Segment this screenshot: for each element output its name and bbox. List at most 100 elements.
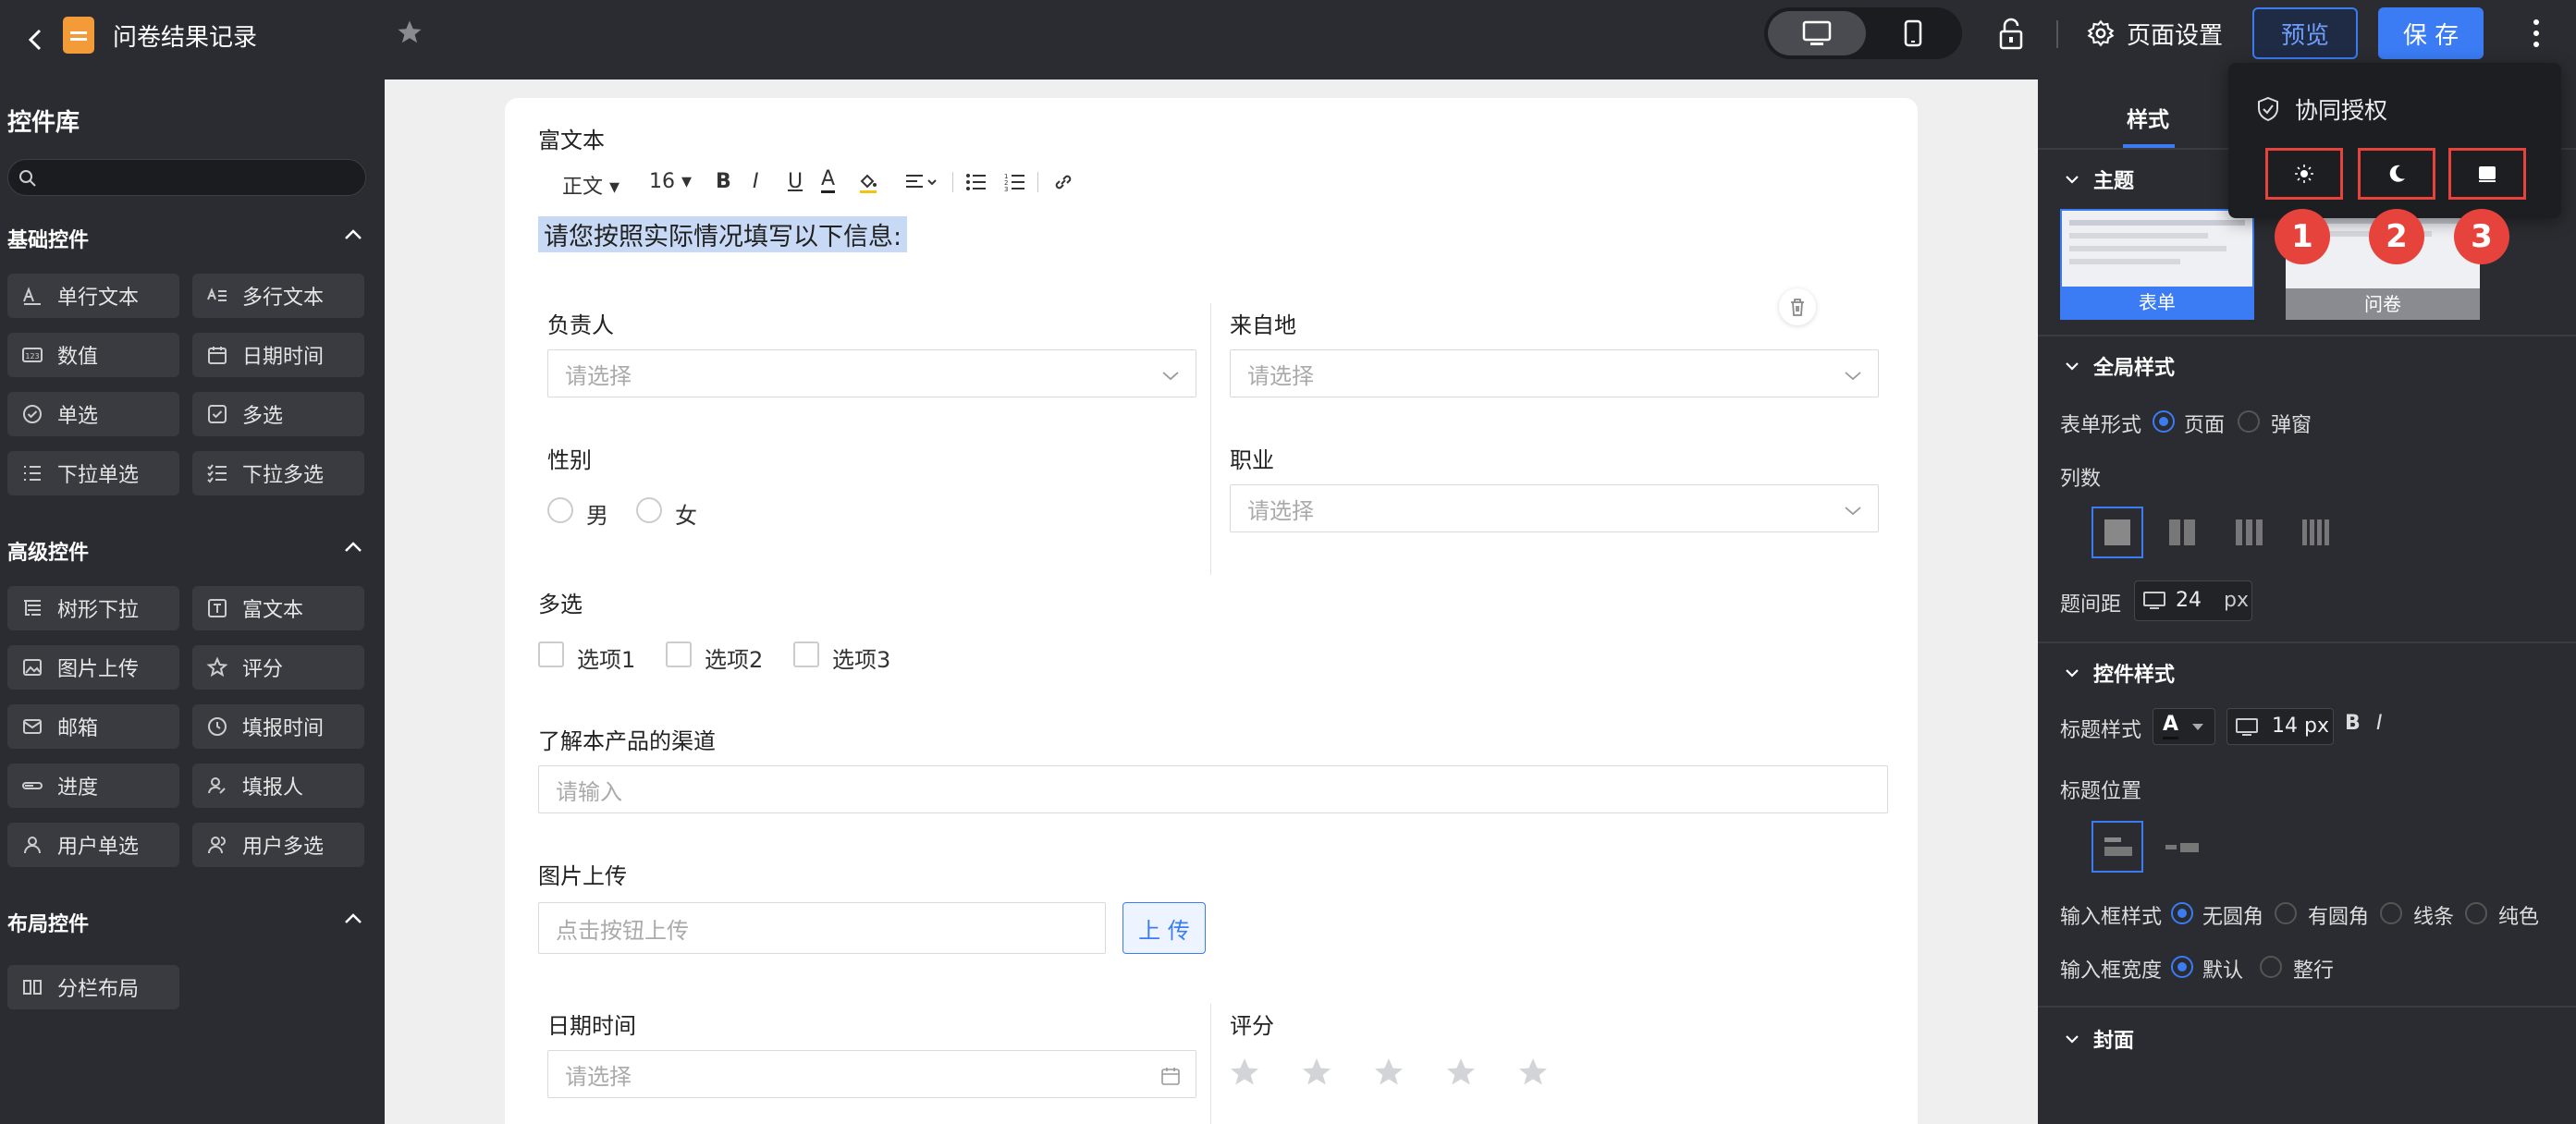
checkbox-option-1[interactable] [538, 641, 564, 667]
more-icon[interactable] [2522, 13, 2550, 54]
bold-button[interactable]: B [716, 170, 731, 193]
columns-1-option[interactable] [2091, 507, 2143, 558]
rating-star-icon[interactable] [1372, 1056, 1405, 1089]
intro-text[interactable]: 请您按照实际情况填写以下信息: [538, 216, 908, 252]
input-width-radio-full[interactable] [2260, 956, 2282, 978]
ordered-list-icon[interactable]: 123 [1004, 172, 1026, 192]
control-multi-line-text[interactable]: 多行文本 [192, 274, 364, 318]
clock-icon [205, 715, 229, 739]
upload-button[interactable]: 上 传 [1122, 902, 1206, 954]
font-color-button[interactable]: A [821, 168, 836, 193]
rating-star-icon[interactable] [1516, 1056, 1550, 1089]
theme-section-header[interactable]: 主题 [2064, 165, 2134, 194]
input-style-radio-line[interactable] [2380, 902, 2402, 924]
gender-radio-female[interactable] [636, 497, 662, 523]
spacing-input[interactable]: 24 px [2134, 580, 2252, 621]
title-color-picker[interactable]: A [2153, 708, 2215, 745]
control-submitter[interactable]: 填报人 [192, 764, 364, 808]
checkbox-icon [205, 402, 229, 426]
control-style-section-header[interactable]: 控件样式 [2064, 658, 2175, 688]
control-checkbox[interactable]: 多选 [192, 392, 364, 436]
control-progress[interactable]: 进度 [7, 764, 179, 808]
columns-2-option[interactable] [2156, 507, 2208, 558]
input-style-radio-solid[interactable] [2465, 902, 2487, 924]
title-position-left-option[interactable] [2156, 821, 2208, 873]
gender-radio-male[interactable] [547, 497, 573, 523]
chevron-up-icon[interactable] [342, 536, 364, 558]
italic-toggle[interactable]: I [2376, 712, 2383, 735]
control-column-layout[interactable]: 分栏布局 [7, 965, 179, 1009]
back-icon[interactable] [20, 24, 52, 55]
control-rich-text[interactable]: 富文本 [192, 586, 364, 630]
global-style-section-header[interactable]: 全局样式 [2064, 351, 2175, 381]
fill-color-icon[interactable] [858, 172, 878, 194]
control-label: 填报人 [242, 776, 304, 800]
chevron-up-icon[interactable] [342, 224, 364, 246]
italic-button[interactable]: I [753, 170, 759, 193]
input-style-radio-square[interactable] [2171, 902, 2193, 924]
control-tree-select[interactable]: 树形下拉 [7, 586, 179, 630]
desktop-view-button[interactable] [1768, 11, 1866, 55]
desktop-icon [2236, 718, 2258, 736]
rating-stars[interactable] [1228, 1056, 1550, 1089]
control-single-line-text[interactable]: 单行文本 [7, 274, 179, 318]
search-input[interactable] [7, 159, 366, 196]
channel-input[interactable]: 请输入 [538, 765, 1888, 813]
control-image-upload[interactable]: 图片上传 [7, 645, 179, 690]
gender-option-label: 男 [586, 503, 608, 529]
rating-star-icon[interactable] [1228, 1056, 1261, 1089]
theme-system-option[interactable] [2448, 148, 2526, 200]
columns-4-option[interactable] [2289, 507, 2341, 558]
control-label: 下拉单选 [57, 464, 140, 487]
preview-button[interactable]: 预览 [2252, 7, 2358, 59]
columns-3-option[interactable] [2223, 507, 2275, 558]
control-radio[interactable]: 单选 [7, 392, 179, 436]
tab-style[interactable]: 样式 [2123, 102, 2175, 148]
input-width-radio-default[interactable] [2171, 956, 2193, 978]
title-position-top-option[interactable] [2091, 821, 2143, 873]
collab-auth-item[interactable]: 协同授权 [2256, 92, 2387, 126]
desktop-icon [1802, 20, 1832, 45]
title-size-input[interactable]: 14 px [2226, 708, 2334, 745]
control-user-multi[interactable]: 用户多选 [192, 823, 364, 867]
control-datetime[interactable]: 日期时间 [192, 333, 364, 377]
save-button[interactable]: 保 存 [2378, 7, 2484, 59]
theme-dark-option[interactable] [2358, 148, 2435, 200]
rating-star-icon[interactable] [1300, 1056, 1333, 1089]
theme-card-form[interactable]: 表单 [2060, 209, 2254, 320]
control-user-single[interactable]: 用户单选 [7, 823, 179, 867]
link-icon[interactable] [1052, 172, 1074, 192]
form-mode-radio-dialog[interactable] [2238, 410, 2260, 433]
control-submit-time[interactable]: 填报时间 [192, 704, 364, 749]
chevron-up-icon[interactable] [342, 908, 364, 930]
delete-icon[interactable] [1779, 288, 1816, 325]
font-size-select[interactable]: 16 ▾ [649, 170, 692, 193]
checkbox-option-3[interactable] [793, 641, 819, 667]
control-dropdown-multi[interactable]: 下拉多选 [192, 451, 364, 495]
align-icon[interactable] [904, 172, 939, 192]
control-number[interactable]: 123 数值 [7, 333, 179, 377]
form-mode-radio-page[interactable] [2153, 410, 2175, 433]
theme-light-option[interactable] [2265, 148, 2343, 200]
origin-select[interactable]: 请选择 [1230, 349, 1879, 397]
control-rating[interactable]: 评分 [192, 645, 364, 690]
control-dropdown-single[interactable]: 下拉单选 [7, 451, 179, 495]
bullet-list-icon[interactable] [965, 172, 987, 192]
input-style-radio-rounded[interactable] [2275, 902, 2297, 924]
rating-star-icon[interactable] [1444, 1056, 1478, 1089]
mobile-view-button[interactable] [1868, 11, 1958, 55]
radio-check-icon [20, 402, 44, 426]
date-picker[interactable]: 请选择 [547, 1050, 1196, 1098]
star-icon[interactable] [396, 18, 423, 46]
paragraph-style-select[interactable]: 正文 ▾ [562, 170, 619, 200]
upload-path-field[interactable]: 点击按钮上传 [538, 902, 1106, 954]
owner-select[interactable]: 请选择 [547, 349, 1196, 397]
cover-section-header[interactable]: 封面 [2064, 1024, 2134, 1054]
page-settings-button[interactable]: 页面设置 [2086, 15, 2223, 52]
bold-toggle[interactable]: B [2345, 712, 2361, 735]
control-email[interactable]: 邮箱 [7, 704, 179, 749]
underline-button[interactable]: U [788, 170, 803, 193]
lock-icon[interactable] [1995, 17, 2027, 52]
job-select[interactable]: 请选择 [1230, 484, 1879, 532]
checkbox-option-2[interactable] [666, 641, 692, 667]
